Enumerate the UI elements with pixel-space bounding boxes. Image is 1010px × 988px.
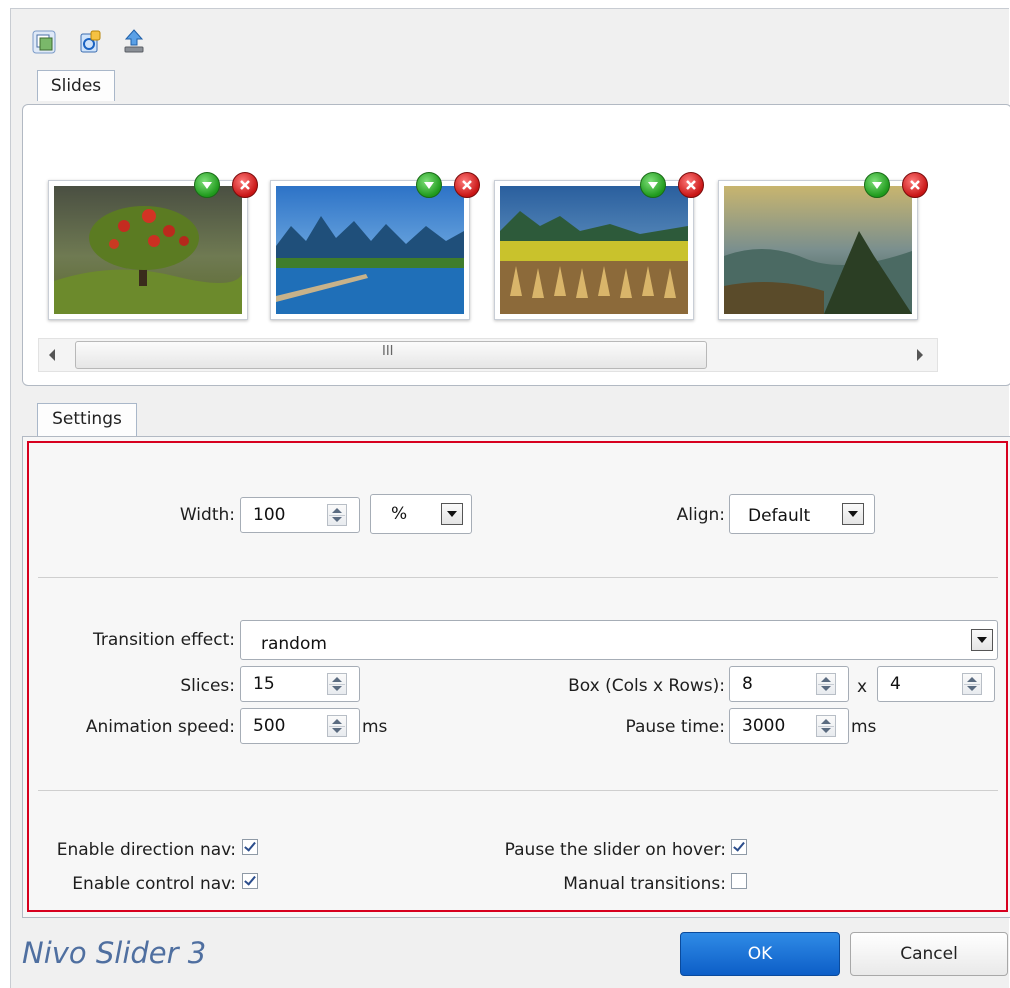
move-slide-icon[interactable] (194, 172, 220, 198)
pause-time-unit: ms (851, 717, 877, 737)
slide-image-red-tree (54, 186, 242, 314)
slides-scrollbar[interactable]: III (38, 338, 938, 372)
pause-time-label: Pause time: (625, 717, 725, 737)
slices-input[interactable]: 15 (240, 666, 360, 702)
ok-button[interactable]: OK (680, 932, 840, 976)
align-label: Align: (676, 505, 725, 525)
animation-speed-stepper[interactable] (327, 715, 347, 737)
control-nav-label: Enable control nav: (72, 874, 236, 894)
box-rows-stepper[interactable] (962, 673, 982, 695)
slide-image-river-mountains (276, 186, 464, 314)
chevron-down-icon (441, 503, 463, 525)
refresh-images-icon[interactable] (78, 30, 102, 54)
control-nav-checkbox[interactable] (242, 873, 258, 889)
width-stepper[interactable] (327, 504, 347, 526)
slide-thumbnail[interactable] (270, 180, 470, 320)
slide-thumbnail[interactable] (718, 180, 918, 320)
tab-settings[interactable]: Settings (37, 403, 137, 436)
width-unit-select[interactable]: % (370, 494, 472, 534)
chevron-down-icon (842, 503, 864, 525)
move-slide-icon[interactable] (640, 172, 666, 198)
slices-stepper[interactable] (327, 673, 347, 695)
scrollbar-grip: III (382, 344, 394, 359)
slide-image-mountain-valley (724, 186, 912, 314)
slide-thumbnail[interactable] (494, 180, 694, 320)
direction-nav-label: Enable direction nav: (56, 840, 236, 860)
delete-slide-icon[interactable] (902, 172, 928, 198)
pause-on-hover-label: Pause the slider on hover: (504, 840, 726, 860)
move-slide-icon[interactable] (864, 172, 890, 198)
delete-slide-icon[interactable] (678, 172, 704, 198)
manual-transitions-label: Manual transitions: (563, 874, 726, 894)
box-times-label: x (856, 677, 868, 697)
slices-label: Slices: (180, 676, 235, 696)
slide-image-rice-field (500, 186, 688, 314)
cancel-button[interactable]: Cancel (850, 932, 1008, 976)
brand-title: Nivo Slider 3 (22, 936, 207, 970)
animation-speed-unit: ms (362, 717, 388, 737)
move-slide-icon[interactable] (416, 172, 442, 198)
box-cols-stepper[interactable] (816, 673, 836, 695)
transition-label: Transition effect: (93, 630, 235, 650)
tab-slides[interactable]: Slides (37, 70, 115, 101)
slide-thumbnail[interactable] (48, 180, 248, 320)
align-select[interactable]: Default (729, 494, 875, 534)
scroll-right-icon[interactable] (917, 349, 923, 361)
direction-nav-checkbox[interactable] (242, 839, 258, 855)
upload-icon[interactable] (122, 28, 146, 53)
chevron-down-icon (971, 629, 993, 651)
delete-slide-icon[interactable] (454, 172, 480, 198)
animation-speed-input[interactable]: 500 (240, 708, 360, 744)
box-rows-input[interactable]: 4 (877, 666, 995, 702)
manual-transitions-checkbox[interactable] (731, 873, 747, 889)
box-cols-input[interactable]: 8 (729, 666, 849, 702)
animation-speed-label: Animation speed: (85, 717, 235, 737)
transition-effect-select[interactable]: random (240, 620, 998, 660)
divider (38, 790, 998, 791)
box-label: Box (Cols x Rows): (568, 676, 725, 696)
pause-time-input[interactable]: 3000 (729, 708, 849, 744)
width-label: Width: (179, 505, 235, 525)
scrollbar-thumb[interactable]: III (75, 341, 707, 369)
delete-slide-icon[interactable] (232, 172, 258, 198)
pause-on-hover-checkbox[interactable] (731, 839, 747, 855)
width-input[interactable]: 100 (240, 497, 360, 533)
divider (38, 577, 998, 578)
add-slides-icon[interactable] (32, 30, 56, 54)
scroll-left-icon[interactable] (49, 349, 55, 361)
pause-time-stepper[interactable] (816, 715, 836, 737)
